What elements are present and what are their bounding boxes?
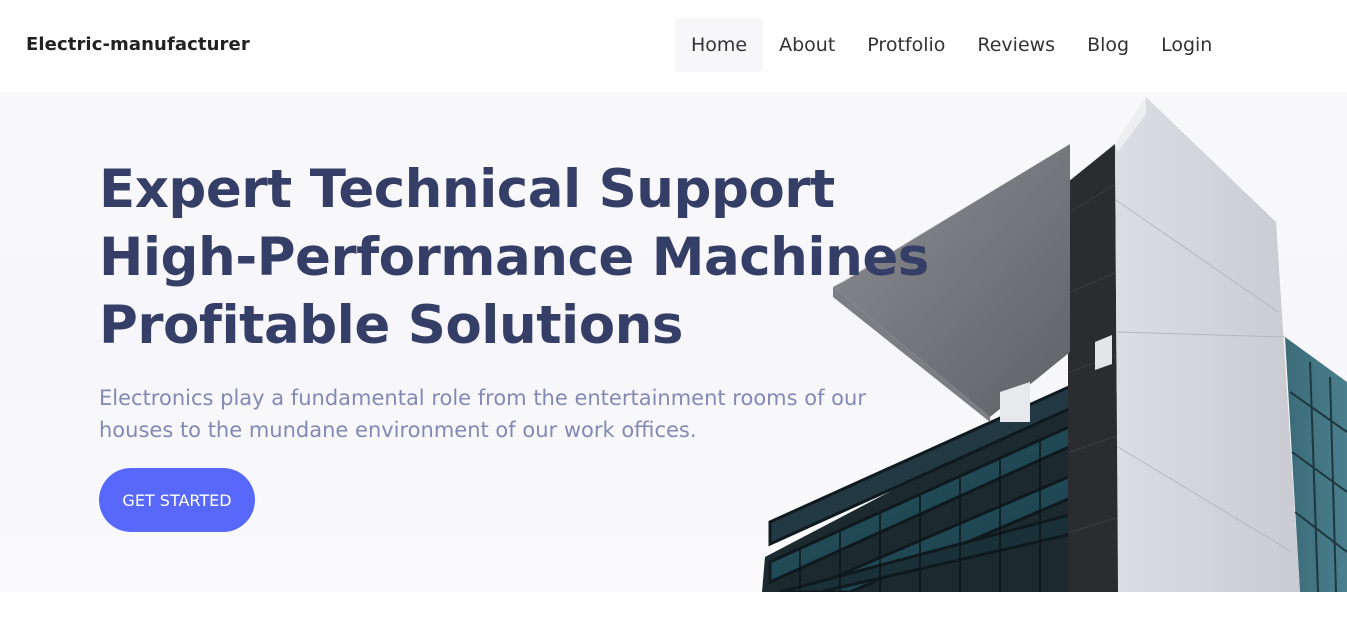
main-nav: Home About Protfolio Reviews Blog Login	[675, 18, 1228, 72]
nav-item-about[interactable]: About	[763, 18, 851, 72]
hero-subtitle-line: houses to the mundane environment of our…	[99, 418, 697, 442]
nav-item-blog[interactable]: Blog	[1071, 18, 1145, 72]
hero-title: Expert Technical Support High-Performanc…	[99, 156, 929, 360]
nav-item-portfolio[interactable]: Protfolio	[851, 18, 961, 72]
hero-subtitle: Electronics play a fundamental role from…	[99, 382, 899, 446]
nav-item-reviews[interactable]: Reviews	[961, 18, 1071, 72]
hero-title-line: High-Performance Machines	[99, 227, 929, 288]
hero-section: Expert Technical Support High-Performanc…	[0, 92, 1347, 592]
get-started-button[interactable]: GET STARTED	[99, 468, 255, 532]
nav-item-login[interactable]: Login	[1145, 18, 1228, 72]
hero-subtitle-line: Electronics play a fundamental role from…	[99, 386, 866, 410]
nav-item-home[interactable]: Home	[675, 18, 764, 72]
hero-title-line: Profitable Solutions	[99, 295, 683, 356]
hero-title-line: Expert Technical Support	[99, 159, 835, 220]
brand-logo-text[interactable]: Electric-manufacturer	[26, 34, 250, 55]
top-navbar: Electric-manufacturer Home About Protfol…	[0, 0, 1347, 92]
